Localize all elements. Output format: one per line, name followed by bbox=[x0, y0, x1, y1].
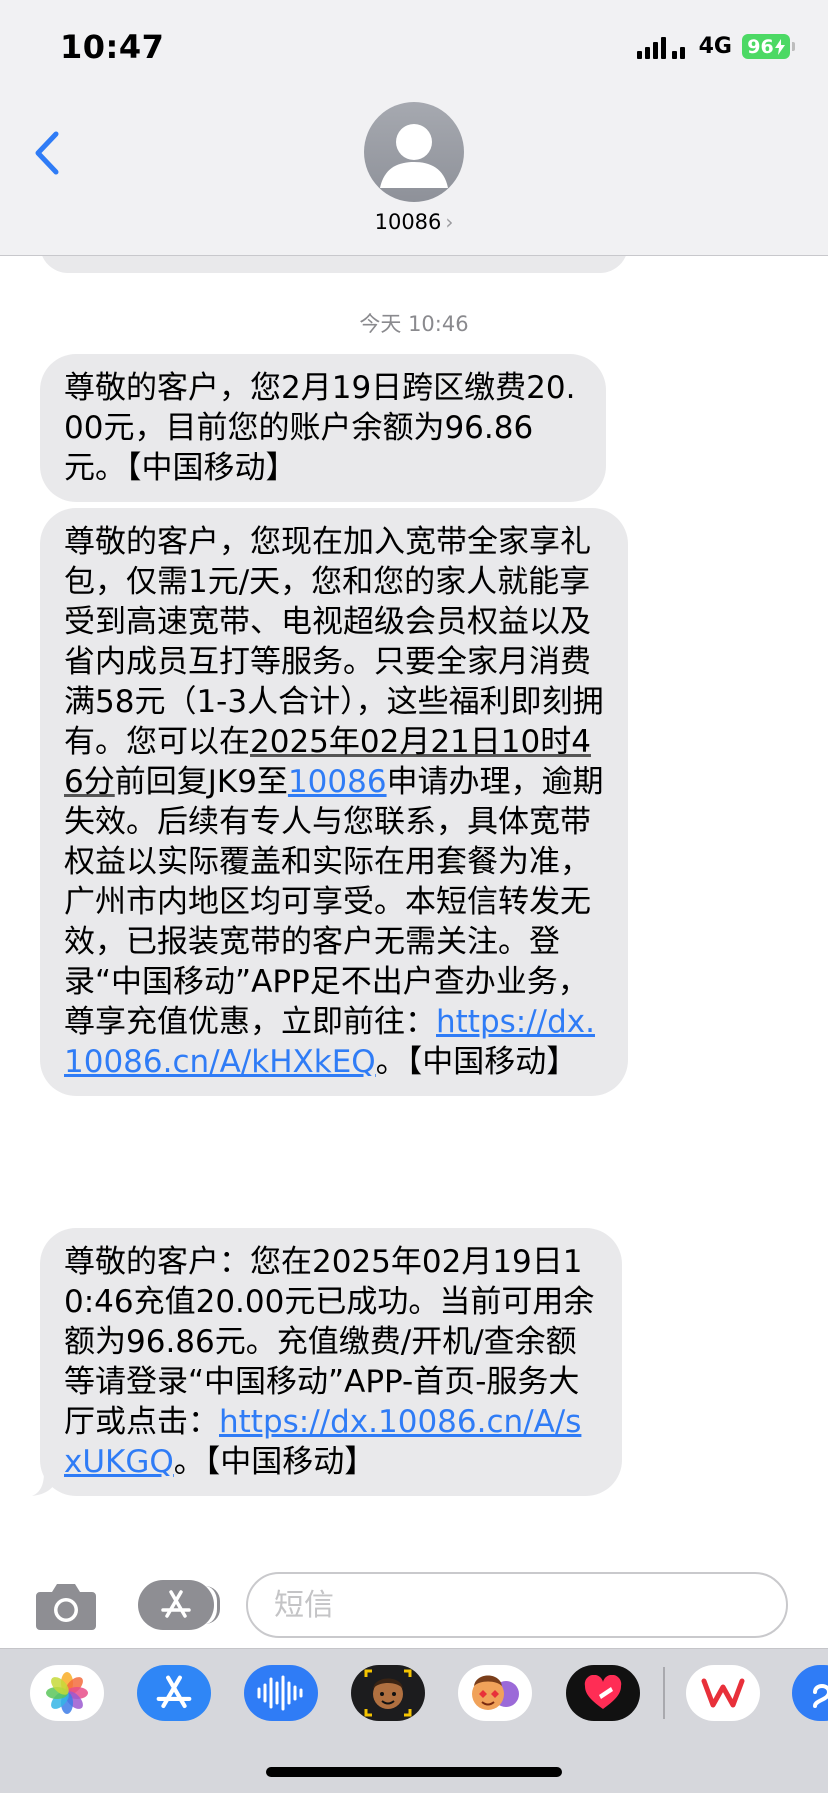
message-timestamp: 今天 10:46 bbox=[359, 312, 469, 336]
message-text: 尊敬的客户，您2月19日跨区缴费20.00元，目前您的账户余额为96.86元。【… bbox=[64, 370, 576, 486]
message-text: 。【中国移动】 bbox=[375, 1044, 578, 1080]
person-icon bbox=[380, 124, 448, 188]
message-input[interactable] bbox=[246, 1572, 788, 1638]
message-bubble[interactable]: 尊敬的客户，您2月19日跨区缴费20.00元，目前您的账户余额为96.86元。【… bbox=[40, 354, 606, 502]
battery-icon: 96 bbox=[742, 34, 795, 59]
network-type: 4G bbox=[698, 34, 732, 59]
signal-icon bbox=[636, 35, 685, 59]
status-indicators: 4G 96 bbox=[636, 34, 795, 59]
app-store-button[interactable] bbox=[138, 1580, 220, 1630]
phone-number-link[interactable]: 10086 bbox=[288, 764, 387, 800]
digital-touch-icon[interactable] bbox=[566, 1665, 640, 1721]
memoji-icon[interactable] bbox=[351, 1665, 425, 1721]
audio-message-icon[interactable] bbox=[244, 1665, 318, 1721]
app-store-icon[interactable] bbox=[137, 1665, 211, 1721]
photos-icon[interactable] bbox=[30, 1665, 104, 1721]
message-text: 申请办理，逾期失效。后续有专人与您联系，具体宽带权益以实际覆盖和实际在用套餐为准… bbox=[64, 764, 604, 1040]
animoji-icon[interactable] bbox=[458, 1665, 532, 1721]
conversation-header: 10:47 4G 96 10086 › bbox=[0, 0, 828, 256]
contact-name-row[interactable]: 10086 › bbox=[0, 210, 828, 234]
app-store-icon bbox=[161, 1590, 191, 1618]
chevron-right-icon: › bbox=[445, 210, 454, 234]
contact-avatar[interactable] bbox=[364, 102, 464, 202]
status-time: 10:47 bbox=[60, 28, 165, 66]
message-text: 前回复JK9至 bbox=[114, 764, 288, 800]
camera-icon[interactable] bbox=[34, 1580, 98, 1632]
message-text: 。【中国移动】 bbox=[173, 1444, 376, 1480]
bubble-tail-icon bbox=[32, 1472, 58, 1496]
home-indicator[interactable] bbox=[266, 1767, 562, 1777]
drawer-divider bbox=[663, 1667, 665, 1719]
battery-level: 96 bbox=[747, 35, 774, 58]
back-chevron-icon[interactable] bbox=[30, 128, 64, 178]
more-app-icon[interactable] bbox=[792, 1665, 828, 1721]
message-bubble[interactable]: 尊敬的客户，您现在加入宽带全家享礼包，仅需1元/天，您和您的家人就能享受到高速宽… bbox=[40, 508, 628, 1096]
contact-name: 10086 bbox=[374, 210, 442, 234]
wps-icon[interactable] bbox=[686, 1665, 760, 1721]
message-bubble[interactable]: 尊敬的客户：您在2025年02月19日10:46充值20.00元已成功。当前可用… bbox=[32, 1228, 622, 1496]
